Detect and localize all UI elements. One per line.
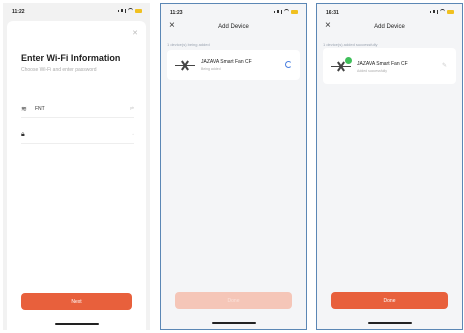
signal-icon-bar	[280, 9, 282, 14]
done-button[interactable]: Done	[331, 292, 448, 309]
page-title: Enter Wi-Fi Information	[21, 53, 121, 63]
page-title: Add Device	[218, 24, 249, 30]
device-card[interactable]: JAZAVA Smart Fan CF Being added	[167, 50, 300, 80]
done-button[interactable]: Done	[175, 292, 292, 309]
device-name: JAZAVA Smart Fan CF	[201, 59, 252, 65]
device-name: JAZAVA Smart Fan CF	[357, 61, 408, 67]
next-button[interactable]: Next	[21, 293, 132, 310]
status-icons	[429, 9, 454, 14]
status-icons	[273, 9, 298, 14]
wifi-status-icon	[284, 9, 289, 14]
home-indicator	[211, 322, 256, 324]
success-dot-icon	[345, 57, 352, 64]
loading-spinner-icon	[285, 61, 292, 68]
add-device-success-screen: 16:31 × Add Device 1 device(s) added suc…	[316, 3, 463, 330]
signal-icon-bar	[433, 10, 435, 13]
wifi-info-screen: 11:22 ✕ Enter Wi-Fi Information Choose W…	[3, 3, 150, 330]
wifi-name: FNT	[35, 106, 45, 112]
status-time: 11:23	[170, 10, 183, 16]
signal-icon	[273, 10, 275, 13]
chevron-right-icon: ⇌	[129, 106, 134, 112]
status-time: 16:31	[326, 10, 339, 16]
close-icon[interactable]: ✕	[132, 29, 138, 37]
nav-header: × Add Device	[161, 20, 306, 36]
wifi-sheet: ✕ Enter Wi-Fi Information Choose Wi-Fi a…	[7, 21, 146, 330]
signal-icon-bar	[121, 9, 123, 12]
battery-icon	[447, 9, 454, 14]
status-time: 11:22	[12, 9, 25, 15]
device-status: Added successfully	[357, 69, 387, 73]
signal-icon	[429, 10, 431, 13]
status-bar: 11:22	[3, 3, 150, 19]
edit-icon[interactable]: ✎	[442, 62, 447, 69]
lock-icon: 🔒︎	[21, 131, 25, 138]
page-title: Add Device	[374, 24, 405, 30]
password-field[interactable]: 🔒︎ ◦	[21, 127, 134, 144]
wifi-status-icon	[128, 8, 133, 13]
signal-icon-bar	[124, 8, 126, 13]
status-note: 1 device(s) being added	[167, 42, 210, 47]
wifi-select-field[interactable]: ≋ FNT ⇌	[21, 101, 134, 118]
wifi-icon: ≋	[21, 106, 27, 113]
nav-header: × Add Device	[317, 20, 462, 36]
add-device-adding-screen: 11:23 × Add Device 1 device(s) being add…	[160, 3, 307, 330]
battery-icon	[135, 8, 142, 13]
signal-icon-bar	[436, 9, 438, 14]
status-icons	[117, 8, 142, 13]
signal-icon-bar	[277, 10, 279, 13]
device-status: Being added	[201, 67, 221, 71]
wifi-status-icon	[440, 9, 445, 14]
battery-icon	[291, 9, 298, 14]
eye-icon[interactable]: ◦	[132, 132, 134, 138]
home-indicator	[54, 323, 99, 325]
status-bar: 11:23	[161, 4, 306, 20]
fan-icon	[175, 58, 195, 72]
home-indicator	[367, 322, 412, 324]
device-card[interactable]: JAZAVA Smart Fan CF Added successfully ✎	[323, 48, 456, 84]
status-note: 1 device(s) added successfully	[323, 42, 378, 47]
status-bar: 16:31	[317, 4, 462, 20]
signal-icon	[117, 9, 119, 12]
fan-icon	[331, 57, 352, 73]
page-subtitle: Choose Wi-Fi and enter password	[21, 67, 97, 73]
